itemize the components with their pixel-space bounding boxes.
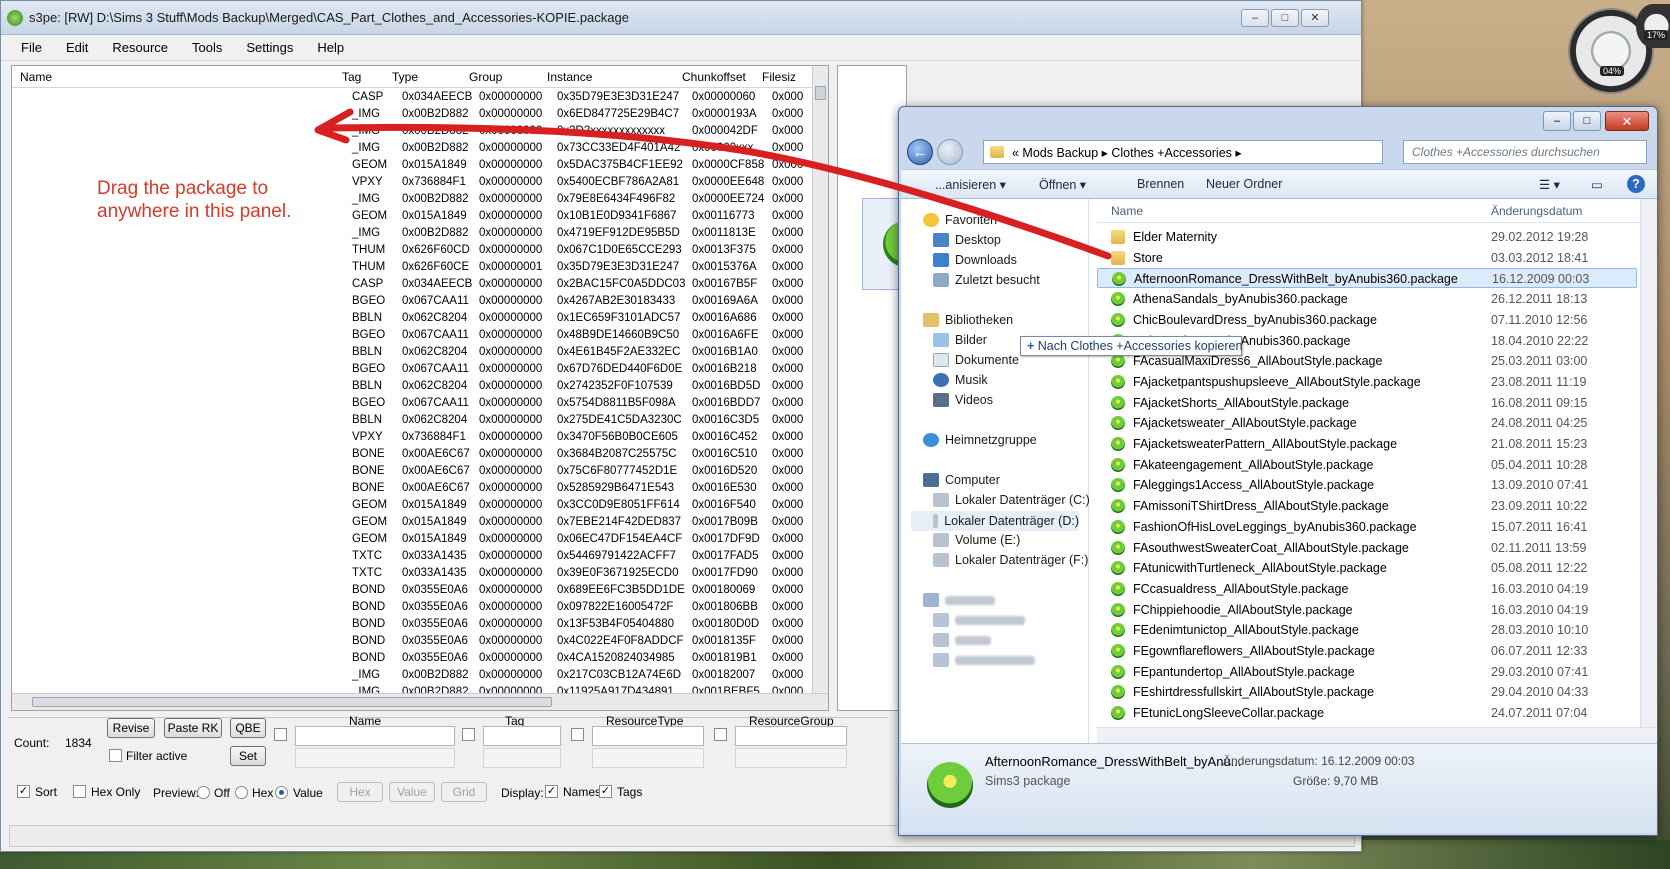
arrow-path: [318, 123, 1112, 260]
drag-arrow: [314, 108, 1112, 260]
